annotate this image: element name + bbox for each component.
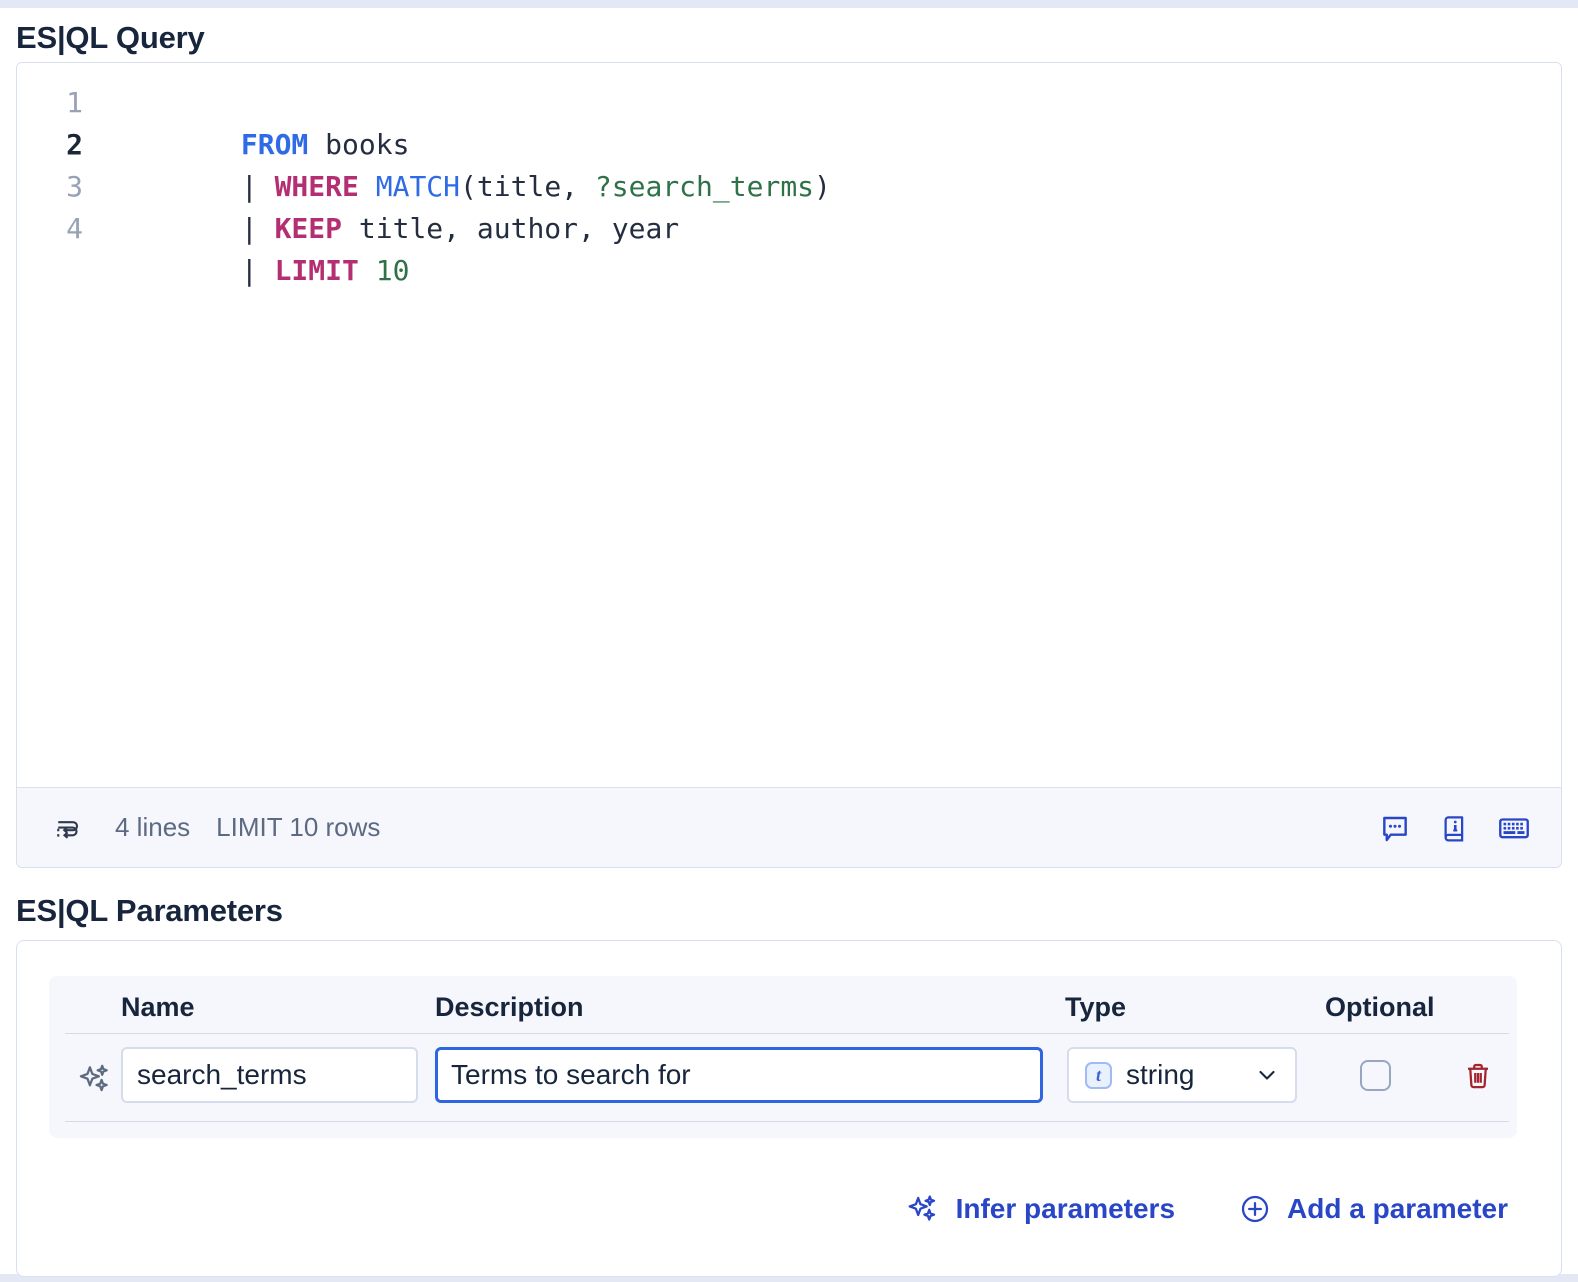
column-header-optional: Optional: [1325, 992, 1435, 1023]
infer-parameters-label: Infer parameters: [956, 1193, 1175, 1225]
line-number: 1: [17, 82, 83, 124]
plus-circle-icon: [1239, 1193, 1271, 1225]
optional-checkbox[interactable]: [1360, 1060, 1391, 1091]
line-number: 3: [17, 166, 83, 208]
parameter-name-input[interactable]: [121, 1047, 418, 1103]
delete-parameter-trash-icon[interactable]: [1463, 1060, 1493, 1092]
lines-count-label: 4 lines: [115, 812, 190, 843]
parameters-actions: Infer parameters Add a parameter: [906, 1191, 1508, 1227]
add-parameter-label: Add a parameter: [1287, 1193, 1508, 1225]
code-line-2[interactable]: 2| WHERE MATCH(title, ?search_terms): [17, 124, 1561, 166]
code-line-1[interactable]: 1FROM books: [17, 82, 1561, 124]
code-line-3[interactable]: 3| KEEP title, author, year: [17, 166, 1561, 208]
parameters-section-title: ES|QL Parameters: [16, 893, 283, 929]
code-token: [359, 254, 376, 287]
chevron-down-icon: [1255, 1063, 1279, 1087]
parameter-description-input[interactable]: [435, 1047, 1043, 1103]
code-token: |: [241, 254, 275, 287]
add-parameter-button[interactable]: Add a parameter: [1239, 1193, 1508, 1225]
keyboard-shortcuts-icon[interactable]: [1497, 812, 1531, 844]
query-section-title: ES|QL Query: [16, 20, 205, 56]
generate-description-sparkles-icon[interactable]: [77, 1061, 113, 1097]
parameters-table: Name Description Type Optional t string: [49, 976, 1517, 1138]
code-line-4[interactable]: 4| LIMIT 10: [17, 208, 1561, 250]
row-divider: [65, 1121, 1509, 1122]
column-header-name: Name: [121, 992, 195, 1023]
column-header-type: Type: [1065, 992, 1126, 1023]
type-select-value: string: [1126, 1059, 1255, 1091]
type-token-icon: t: [1085, 1062, 1112, 1089]
editor-footer-bar: 4 lines LIMIT 10 rows: [17, 787, 1561, 867]
esql-query-editor: 1FROM books 2| WHERE MATCH(title, ?searc…: [16, 62, 1562, 868]
sparkles-icon: [906, 1191, 940, 1227]
wrap-lines-icon[interactable]: [53, 813, 83, 843]
line-number: 4: [17, 208, 83, 250]
feedback-comment-icon[interactable]: [1379, 812, 1411, 844]
parameter-type-select[interactable]: t string: [1067, 1047, 1297, 1103]
column-header-description: Description: [435, 992, 584, 1023]
code-editor-area[interactable]: 1FROM books 2| WHERE MATCH(title, ?searc…: [17, 63, 1561, 787]
header-divider: [65, 1033, 1509, 1034]
top-divider-strip: [0, 0, 1578, 8]
esql-parameters-panel: Name Description Type Optional t string: [16, 940, 1562, 1277]
infer-parameters-button[interactable]: Infer parameters: [906, 1191, 1175, 1227]
documentation-icon[interactable]: [1439, 812, 1469, 844]
code-token-keyword: LIMIT: [275, 254, 359, 287]
esql-editor-flyout: ES|QL Query 1FROM books 2| WHERE MATCH(t…: [0, 0, 1578, 1282]
code-token-number: 10: [376, 254, 410, 287]
line-number-active: 2: [17, 124, 83, 166]
limit-rows-label: LIMIT 10 rows: [216, 812, 380, 843]
